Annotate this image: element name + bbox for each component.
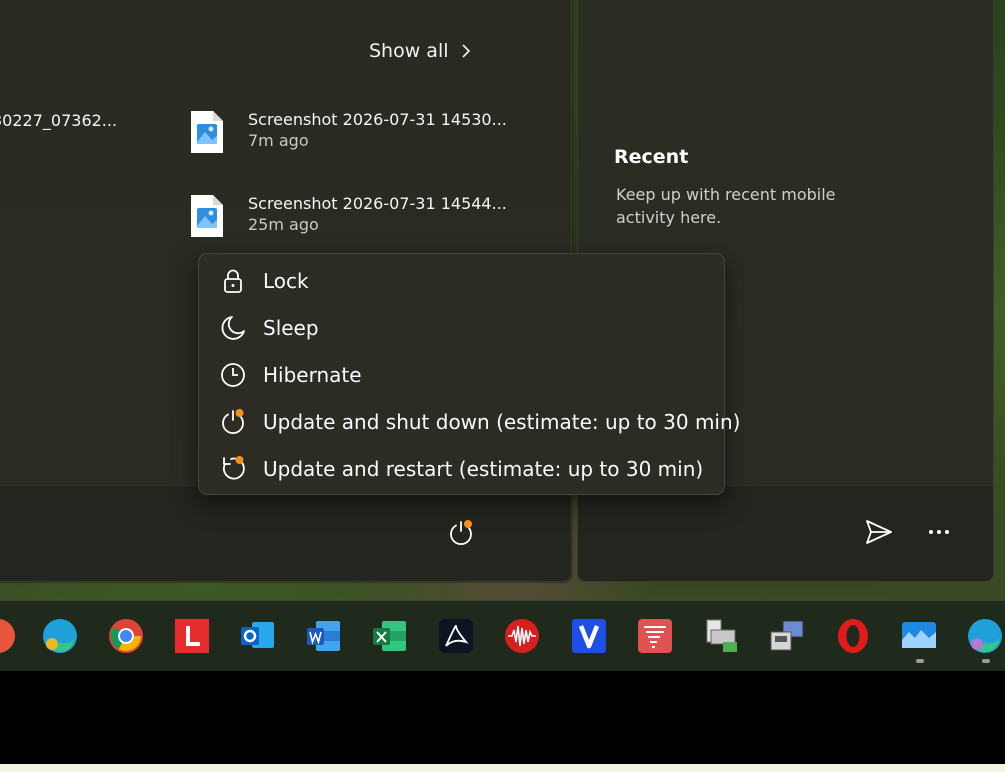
network-app-icon[interactable] xyxy=(767,616,807,656)
outlook-icon[interactable] xyxy=(238,616,278,656)
running-indicator xyxy=(982,659,990,663)
send-icon[interactable] xyxy=(864,517,894,547)
file-name: 30227_07362... xyxy=(0,111,118,130)
running-indicator xyxy=(916,659,924,663)
file-name: Screenshot 2026-07-31 14544... xyxy=(248,194,507,213)
chevron-right-icon xyxy=(461,44,470,58)
power-menu-item-update-restart[interactable]: Update and restart (estimate: up to 30 m… xyxy=(199,447,724,491)
image-file-icon xyxy=(191,111,223,153)
v-app-icon[interactable] xyxy=(569,616,609,656)
power-menu-item-sleep[interactable]: Sleep xyxy=(199,306,724,350)
moon-icon xyxy=(221,316,245,340)
lock-icon xyxy=(224,269,242,293)
file-item-partial[interactable]: 30227_07362... xyxy=(0,111,117,130)
power-menu-item-update-shutdown[interactable]: Update and shut down (estimate: up to 30… xyxy=(199,400,740,444)
chrome-icon[interactable] xyxy=(106,616,146,656)
edge-beta-icon[interactable] xyxy=(40,616,80,656)
show-all-label: Show all xyxy=(369,40,449,62)
power-menu: Lock Sleep Hibernate Update and shut dow… xyxy=(198,253,740,495)
recent-title: Recent xyxy=(614,146,689,168)
power-menu-label: Update and shut down (estimate: up to 30… xyxy=(263,410,741,434)
update-shutdown-icon xyxy=(222,409,244,435)
update-restart-icon xyxy=(223,456,245,480)
power-icon[interactable] xyxy=(446,518,476,548)
tornado-app-icon[interactable] xyxy=(635,616,675,656)
clock-icon xyxy=(221,363,245,387)
file-name: Screenshot 2026-07-31 14530... xyxy=(248,110,507,129)
acrobat-icon[interactable] xyxy=(436,616,476,656)
show-all-button[interactable]: Show all xyxy=(369,40,471,62)
power-menu-label: Update and restart (estimate: up to 30 m… xyxy=(263,457,704,481)
taskbar xyxy=(0,600,1005,671)
file-time: 25m ago xyxy=(248,215,319,234)
l-app-icon[interactable] xyxy=(172,616,212,656)
file-time: 7m ago xyxy=(248,131,309,150)
opera-icon[interactable] xyxy=(833,616,873,656)
file-item[interactable]: Screenshot 2026-07-31 14544... 25m ago xyxy=(190,194,507,238)
word-icon[interactable] xyxy=(304,616,344,656)
power-menu-label: Hibernate xyxy=(263,363,362,387)
edge-dev-icon[interactable] xyxy=(965,616,1005,656)
scan-app-icon[interactable] xyxy=(701,616,741,656)
screen-bottom-strip xyxy=(0,764,1005,772)
more-options-icon[interactable] xyxy=(924,517,954,547)
power-menu-item-lock[interactable]: Lock xyxy=(199,259,724,303)
power-menu-label: Sleep xyxy=(263,316,319,340)
app-partial-icon[interactable] xyxy=(0,616,18,656)
excel-icon[interactable] xyxy=(370,616,410,656)
monitor-app-icon[interactable] xyxy=(899,616,939,656)
power-menu-label: Lock xyxy=(263,269,309,293)
start-menu-footer xyxy=(0,485,571,581)
power-menu-item-hibernate[interactable]: Hibernate xyxy=(199,353,724,397)
image-file-icon xyxy=(191,195,223,237)
file-item[interactable]: Screenshot 2026-07-31 14530... 7m ago xyxy=(190,110,507,154)
recent-description: Keep up with recent mobile activity here… xyxy=(616,185,836,227)
audio-app-icon[interactable] xyxy=(502,616,542,656)
